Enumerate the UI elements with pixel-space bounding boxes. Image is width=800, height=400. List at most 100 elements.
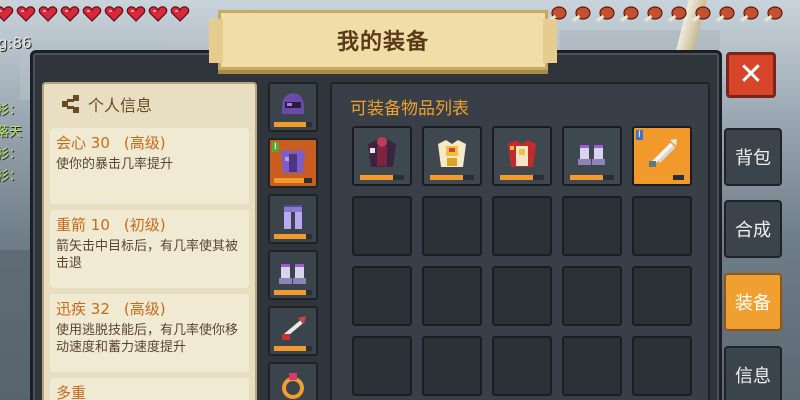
hunger-bar [546, 4, 784, 28]
heart-icon [0, 4, 14, 28]
heart-icon [16, 4, 36, 28]
durability-fill [274, 234, 307, 239]
close-button[interactable]: ✕ [726, 52, 776, 98]
inventory-item-slot[interactable] [422, 126, 482, 186]
armor-icon [276, 144, 310, 182]
meat-icon [738, 4, 760, 28]
empty-inventory-slot[interactable] [632, 336, 692, 396]
chat-line: 落天 [0, 125, 23, 140]
equipped-slots: I [268, 82, 320, 400]
empty-inventory-slot[interactable] [492, 196, 552, 256]
equipped-slot[interactable] [268, 194, 318, 244]
meat-icon [666, 4, 688, 28]
close-icon: ✕ [738, 57, 764, 92]
empty-inventory-slot[interactable] [352, 196, 412, 256]
empty-inventory-slot[interactable] [562, 336, 622, 396]
empty-inventory-slot[interactable] [562, 266, 622, 326]
empty-inventory-slot[interactable] [352, 266, 412, 326]
durability-bar [274, 234, 312, 239]
durability-fill [570, 175, 603, 180]
meat-icon [642, 4, 664, 28]
stat-entry: 迅疾 32 (高级) 使用逃脱技能后，有几率使你移动速度和蓄力速度提升 [50, 294, 249, 372]
meat-icon [570, 4, 592, 28]
personal-info-panel[interactable]: 个人信息 会心 30 (高级) 使你的暴击几率提升 重箭 10 (初级) 箭矢击… [42, 82, 257, 400]
inventory-item-slot[interactable] [562, 126, 622, 186]
durability-bar [274, 178, 312, 183]
boots-icon [276, 256, 310, 294]
durability-bar [360, 175, 404, 180]
ring-icon [276, 368, 310, 400]
equipped-slot[interactable] [268, 306, 318, 356]
durability-fill [274, 122, 307, 127]
personal-info-header: 个人信息 [44, 84, 255, 124]
chat-log: 衫： 落天 衫： 衫： [0, 100, 26, 188]
meat-icon [594, 4, 616, 28]
stat-entry: 重箭 10 (初级) 箭矢击中目标后，有几率使其被击退 [50, 210, 249, 288]
window-title-banner: 我的装备 [209, 10, 557, 70]
meat-icon [618, 4, 640, 28]
health-bar [0, 4, 190, 28]
chat-line: 衫： [0, 147, 23, 162]
durability-fill [360, 175, 393, 180]
stat-name: 重箭 [56, 216, 87, 234]
equipped-slot[interactable] [268, 82, 318, 132]
empty-inventory-slot[interactable] [492, 336, 552, 396]
equipped-slot[interactable] [268, 362, 318, 400]
stat-title: 会心 30 (高级) [56, 132, 243, 153]
gold-armor-icon [432, 134, 472, 178]
inventory-item-slot[interactable]: I [632, 126, 692, 186]
arrow-icon [276, 312, 310, 350]
inventory-item-slot[interactable] [352, 126, 412, 186]
meat-icon [762, 4, 784, 28]
stat-entry: 会心 30 (高级) 使你的暴击几率提升 [50, 128, 249, 204]
empty-inventory-slot[interactable] [632, 266, 692, 326]
empty-inventory-slot[interactable] [422, 196, 482, 256]
meat-icon [690, 4, 712, 28]
tab-crafting[interactable]: 合成 [724, 200, 782, 258]
empty-inventory-slot[interactable] [422, 266, 482, 326]
inventory-item-slot[interactable] [492, 126, 552, 186]
stat-name: 迅疾 [56, 300, 87, 318]
equipped-slot[interactable]: I [268, 138, 318, 188]
stat-grade: (高级) [123, 300, 166, 318]
tab-label: 背包 [735, 148, 771, 169]
empty-inventory-slot[interactable] [352, 336, 412, 396]
empty-inventory-slot[interactable] [562, 196, 622, 256]
stat-grade: (高级) [123, 134, 166, 152]
durability-bar [274, 122, 312, 127]
meat-icon [714, 4, 736, 28]
empty-inventory-slot[interactable] [632, 196, 692, 256]
level-readout: g:86 [0, 34, 32, 52]
tier-tag: I [636, 130, 643, 140]
leggings-icon [276, 200, 310, 238]
equippable-items-title: 可装备物品列表 [350, 99, 469, 119]
stat-title: 重箭 10 (初级) [56, 214, 243, 235]
empty-inventory-slot[interactable] [492, 266, 552, 326]
durability-fill [274, 290, 307, 295]
heart-icon [82, 4, 102, 28]
window-title: 我的装备 [336, 30, 429, 55]
heart-icon [104, 4, 124, 28]
red-armor-icon [502, 134, 542, 178]
durability-bar [500, 175, 544, 180]
empty-inventory-slot[interactable] [422, 336, 482, 396]
heart-icon [38, 4, 58, 28]
tab-label: 信息 [735, 366, 771, 387]
durability-fill [500, 175, 533, 180]
stat-name: 会心 [56, 134, 87, 152]
item-grid: I [352, 126, 692, 396]
equippable-items-panel: 可装备物品列表 I [330, 82, 710, 400]
durability-fill [430, 175, 463, 180]
chat-line: 衫： [0, 103, 23, 118]
tab-equipment[interactable]: 装备 [724, 273, 782, 331]
equipped-slot[interactable] [268, 250, 318, 300]
tab-info[interactable]: 信息 [724, 346, 782, 400]
boots-icon [575, 137, 609, 175]
arrows-icon [642, 134, 682, 178]
tab-backpack[interactable]: 背包 [724, 128, 782, 186]
durability-bar [274, 290, 312, 295]
stat-name: 多重 [56, 384, 87, 400]
durability-bar [640, 175, 684, 180]
stat-entry: 多重 [50, 378, 249, 400]
tab-label: 装备 [735, 293, 771, 314]
